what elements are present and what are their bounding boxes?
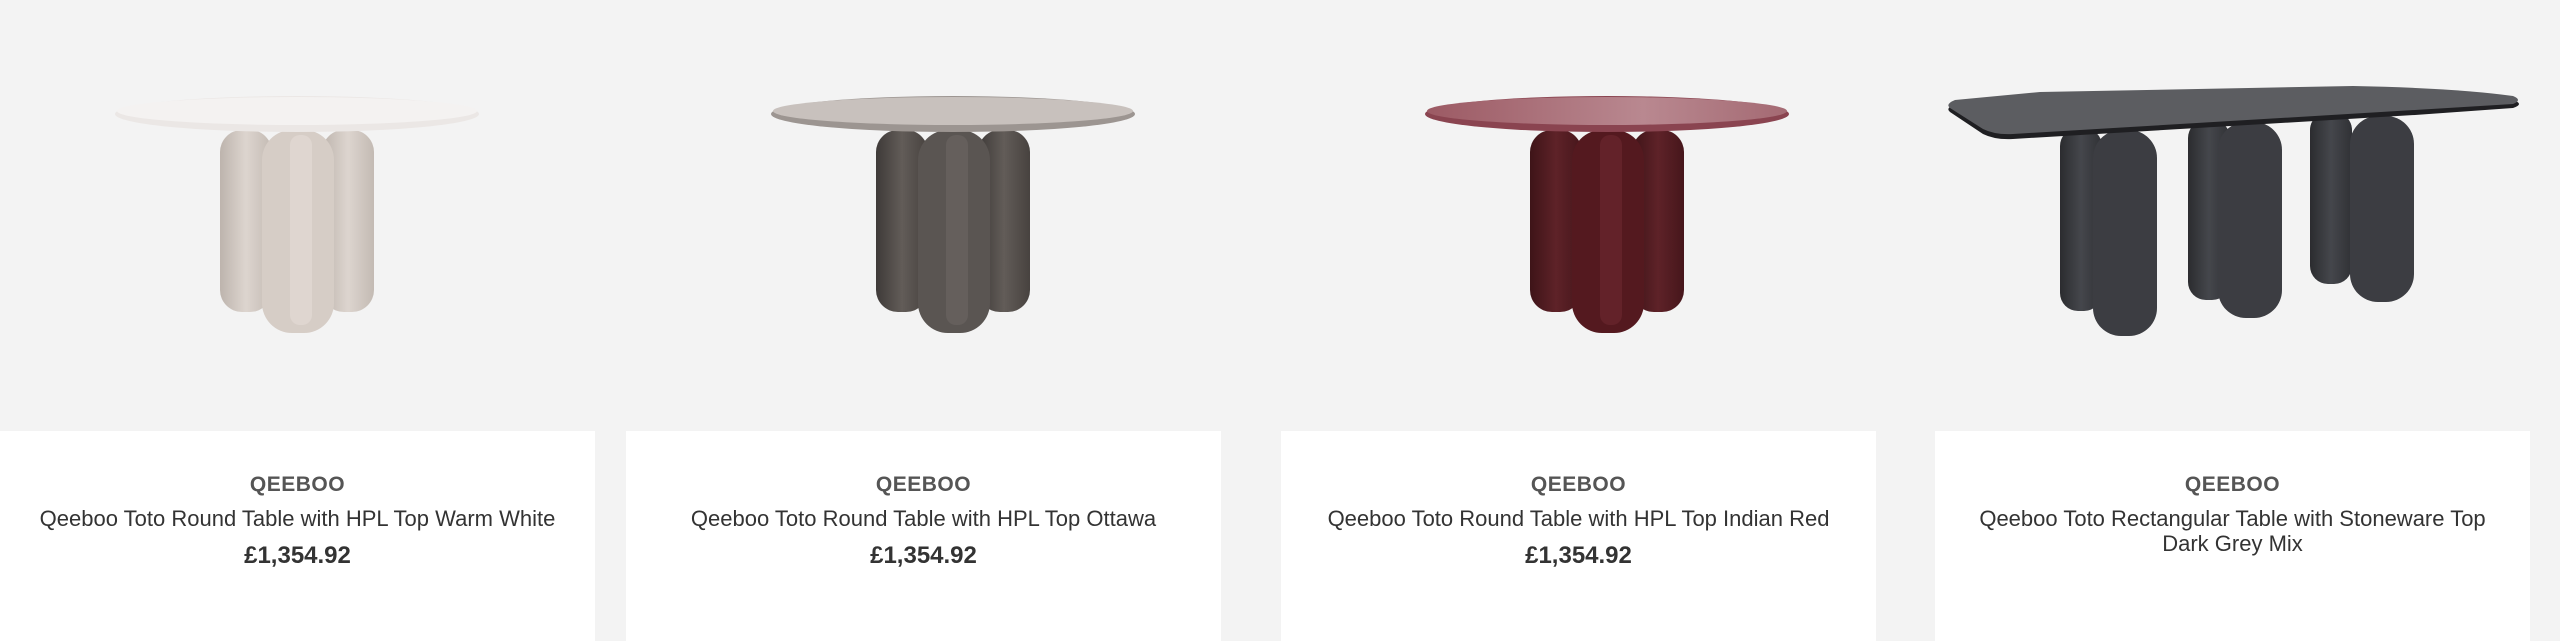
product-price: £1,354.92 [244, 542, 351, 569]
rectangular-table-dark-grey-mix-icon [1948, 86, 2519, 336]
product-info: QEEBOO Qeeboo Toto Round Table with HPL … [1281, 431, 1876, 641]
round-table-warm-white-icon [115, 96, 479, 333]
round-table-ottawa-icon [771, 96, 1135, 333]
product-brand: QEEBOO [2184, 473, 2281, 496]
product-image[interactable] [0, 0, 595, 431]
product-price: £1,354.92 [1525, 542, 1632, 569]
product-info: QEEBOO Qeeboo Toto Round Table with HPL … [0, 431, 595, 641]
product-brand: QEEBOO [1530, 473, 1627, 496]
product-price: £1,354.92 [870, 542, 977, 569]
product-card[interactable]: QEEBOO Qeeboo Toto Round Table with HPL … [1281, 0, 1876, 641]
product-image[interactable] [626, 0, 1221, 431]
product-title[interactable]: Qeeboo Toto Round Table with HPL Top Ott… [654, 506, 1194, 531]
product-title[interactable]: Qeeboo Toto Rectangular Table with Stone… [1963, 506, 2503, 556]
product-card[interactable]: QEEBOO Qeeboo Toto Rectangular Table wit… [1935, 0, 2530, 641]
product-card[interactable]: QEEBOO Qeeboo Toto Round Table with HPL … [0, 0, 595, 641]
product-card[interactable]: QEEBOO Qeeboo Toto Round Table with HPL … [626, 0, 1221, 641]
product-info: QEEBOO Qeeboo Toto Rectangular Table wit… [1935, 431, 2530, 641]
product-image[interactable] [1935, 0, 2530, 431]
product-title[interactable]: Qeeboo Toto Round Table with HPL Top Ind… [1309, 506, 1849, 531]
product-grid: QEEBOO Qeeboo Toto Round Table with HPL … [0, 0, 2560, 641]
product-image[interactable] [1281, 0, 1876, 431]
round-table-indian-red-icon [1425, 96, 1789, 333]
product-brand: QEEBOO [875, 473, 972, 496]
product-brand: QEEBOO [249, 473, 346, 496]
product-info: QEEBOO Qeeboo Toto Round Table with HPL … [626, 431, 1221, 641]
product-title[interactable]: Qeeboo Toto Round Table with HPL Top War… [28, 506, 568, 531]
